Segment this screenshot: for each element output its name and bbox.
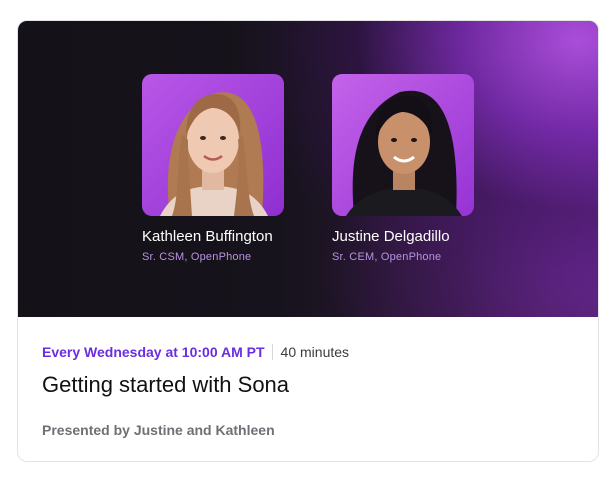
presenter-name: Kathleen Buffington — [142, 228, 273, 245]
webinar-banner: Kathleen Buffington Sr. CSM, OpenPhone J… — [18, 21, 598, 317]
webinar-details: Every Wednesday at 10:00 AM PT 40 minute… — [42, 342, 574, 438]
presented-by-text: Presented by Justine and Kathleen — [42, 422, 275, 438]
webinar-title[interactable]: Getting started with Sona — [42, 371, 574, 399]
presenter-role: Sr. CEM, OpenPhone — [332, 251, 442, 263]
schedule-text: Every Wednesday at 10:00 AM PT — [42, 344, 265, 360]
webinar-card[interactable]: Kathleen Buffington Sr. CSM, OpenPhone J… — [17, 20, 599, 462]
presenter-photo-justine — [332, 74, 474, 216]
presenter-name: Justine Delgadillo — [332, 228, 450, 245]
webinar-meta: Every Wednesday at 10:00 AM PT 40 minute… — [42, 342, 574, 362]
duration-text: 40 minutes — [280, 344, 350, 360]
presenter-role: Sr. CSM, OpenPhone — [142, 251, 252, 263]
meta-divider — [271, 344, 273, 360]
presenter-photo-kathleen — [142, 74, 284, 216]
